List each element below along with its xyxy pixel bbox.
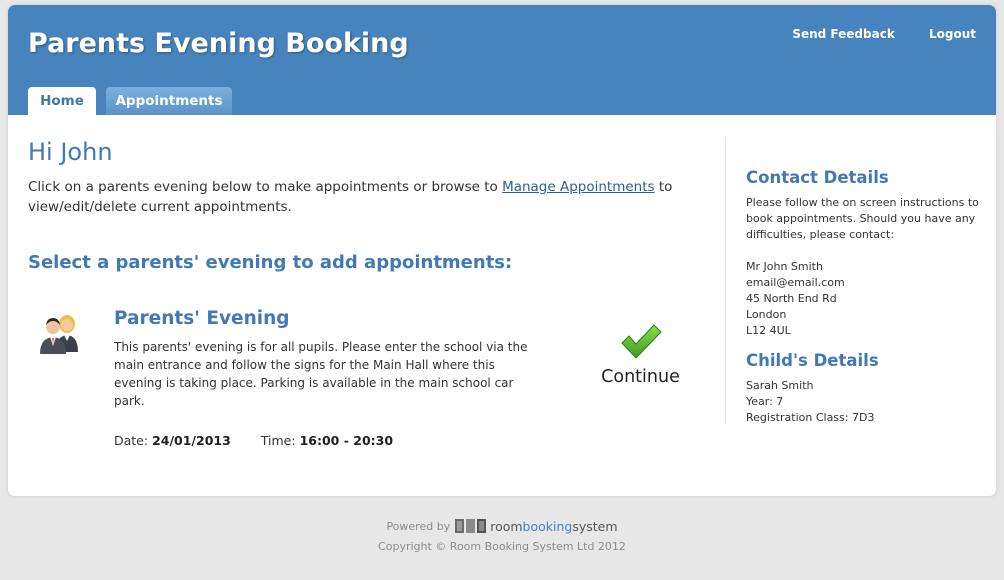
intro-text: Click on a parents evening below to make… — [28, 177, 688, 217]
header-bar: Parents Evening Booking Send Feedback Lo… — [8, 5, 996, 115]
main-card: Parents Evening Booking Send Feedback Lo… — [8, 5, 996, 496]
room-booking-system-logo[interactable]: roombookingsystem — [455, 518, 618, 534]
contact-info: Mr John Smith email@email.com 45 North E… — [746, 259, 845, 339]
app-title: Parents Evening Booking — [28, 28, 409, 59]
contact-details-title: Contact Details — [746, 168, 889, 187]
manage-appointments-link[interactable]: Manage Appointments — [502, 179, 655, 195]
parents-icon — [36, 308, 84, 356]
top-links: Send Feedback Logout — [762, 27, 976, 41]
logo-text-room: room — [490, 518, 523, 534]
child-info: Sarah Smith Year: 7 Registration Class: … — [746, 378, 874, 426]
copyright: Copyright © Room Booking System Ltd 2012 — [378, 540, 626, 553]
logout-link[interactable]: Logout — [929, 27, 976, 41]
event-meta: Date: 24/01/2013 Time: 16:00 - 20:30 — [114, 433, 393, 448]
continue-button[interactable]: Continue — [588, 323, 693, 403]
contact-instructions: Please follow the on screen instructions… — [746, 196, 979, 241]
section-title: Select a parents' evening to add appoint… — [28, 252, 513, 273]
tab-home[interactable]: Home — [28, 87, 96, 115]
contact-postcode: L12 4UL — [746, 324, 791, 337]
child-name: Sarah Smith — [746, 379, 814, 392]
door-icon — [455, 519, 487, 533]
child-year: Year: 7 — [746, 395, 784, 408]
contact-address: 45 North End Rd — [746, 292, 837, 305]
date-label: Date: — [114, 433, 149, 448]
powered-by-label: Powered by — [386, 519, 451, 533]
logo-text-booking: booking — [522, 518, 573, 534]
greeting: Hi John — [28, 138, 113, 166]
child-reg-class: Registration Class: 7D3 — [746, 411, 875, 424]
powered-by: Powered by roombookingsystem — [386, 518, 617, 534]
contact-email: email@email.com — [746, 276, 845, 289]
time-value: 16:00 - 20:30 — [299, 433, 394, 448]
send-feedback-link[interactable]: Send Feedback — [792, 27, 894, 41]
continue-label: Continue — [601, 367, 680, 387]
sidebar-divider — [725, 137, 726, 425]
date-value: 24/01/2013 — [152, 433, 231, 448]
tab-appointments[interactable]: Appointments — [106, 87, 232, 115]
event-description: This parents' evening is for all pupils.… — [114, 340, 528, 408]
intro-text-before: Click on a parents evening below to make… — [28, 179, 503, 195]
contact-city: London — [746, 308, 787, 321]
logo-text-system: system — [572, 518, 618, 534]
checkmark-icon — [621, 324, 662, 359]
contact-name: Mr John Smith — [746, 260, 823, 273]
event-title: Parents' Evening — [114, 308, 290, 329]
childs-details-title: Child's Details — [746, 351, 879, 370]
time-label: Time: — [260, 433, 296, 448]
footer: Powered by roombookingsystem Copyright ©… — [0, 518, 1004, 554]
